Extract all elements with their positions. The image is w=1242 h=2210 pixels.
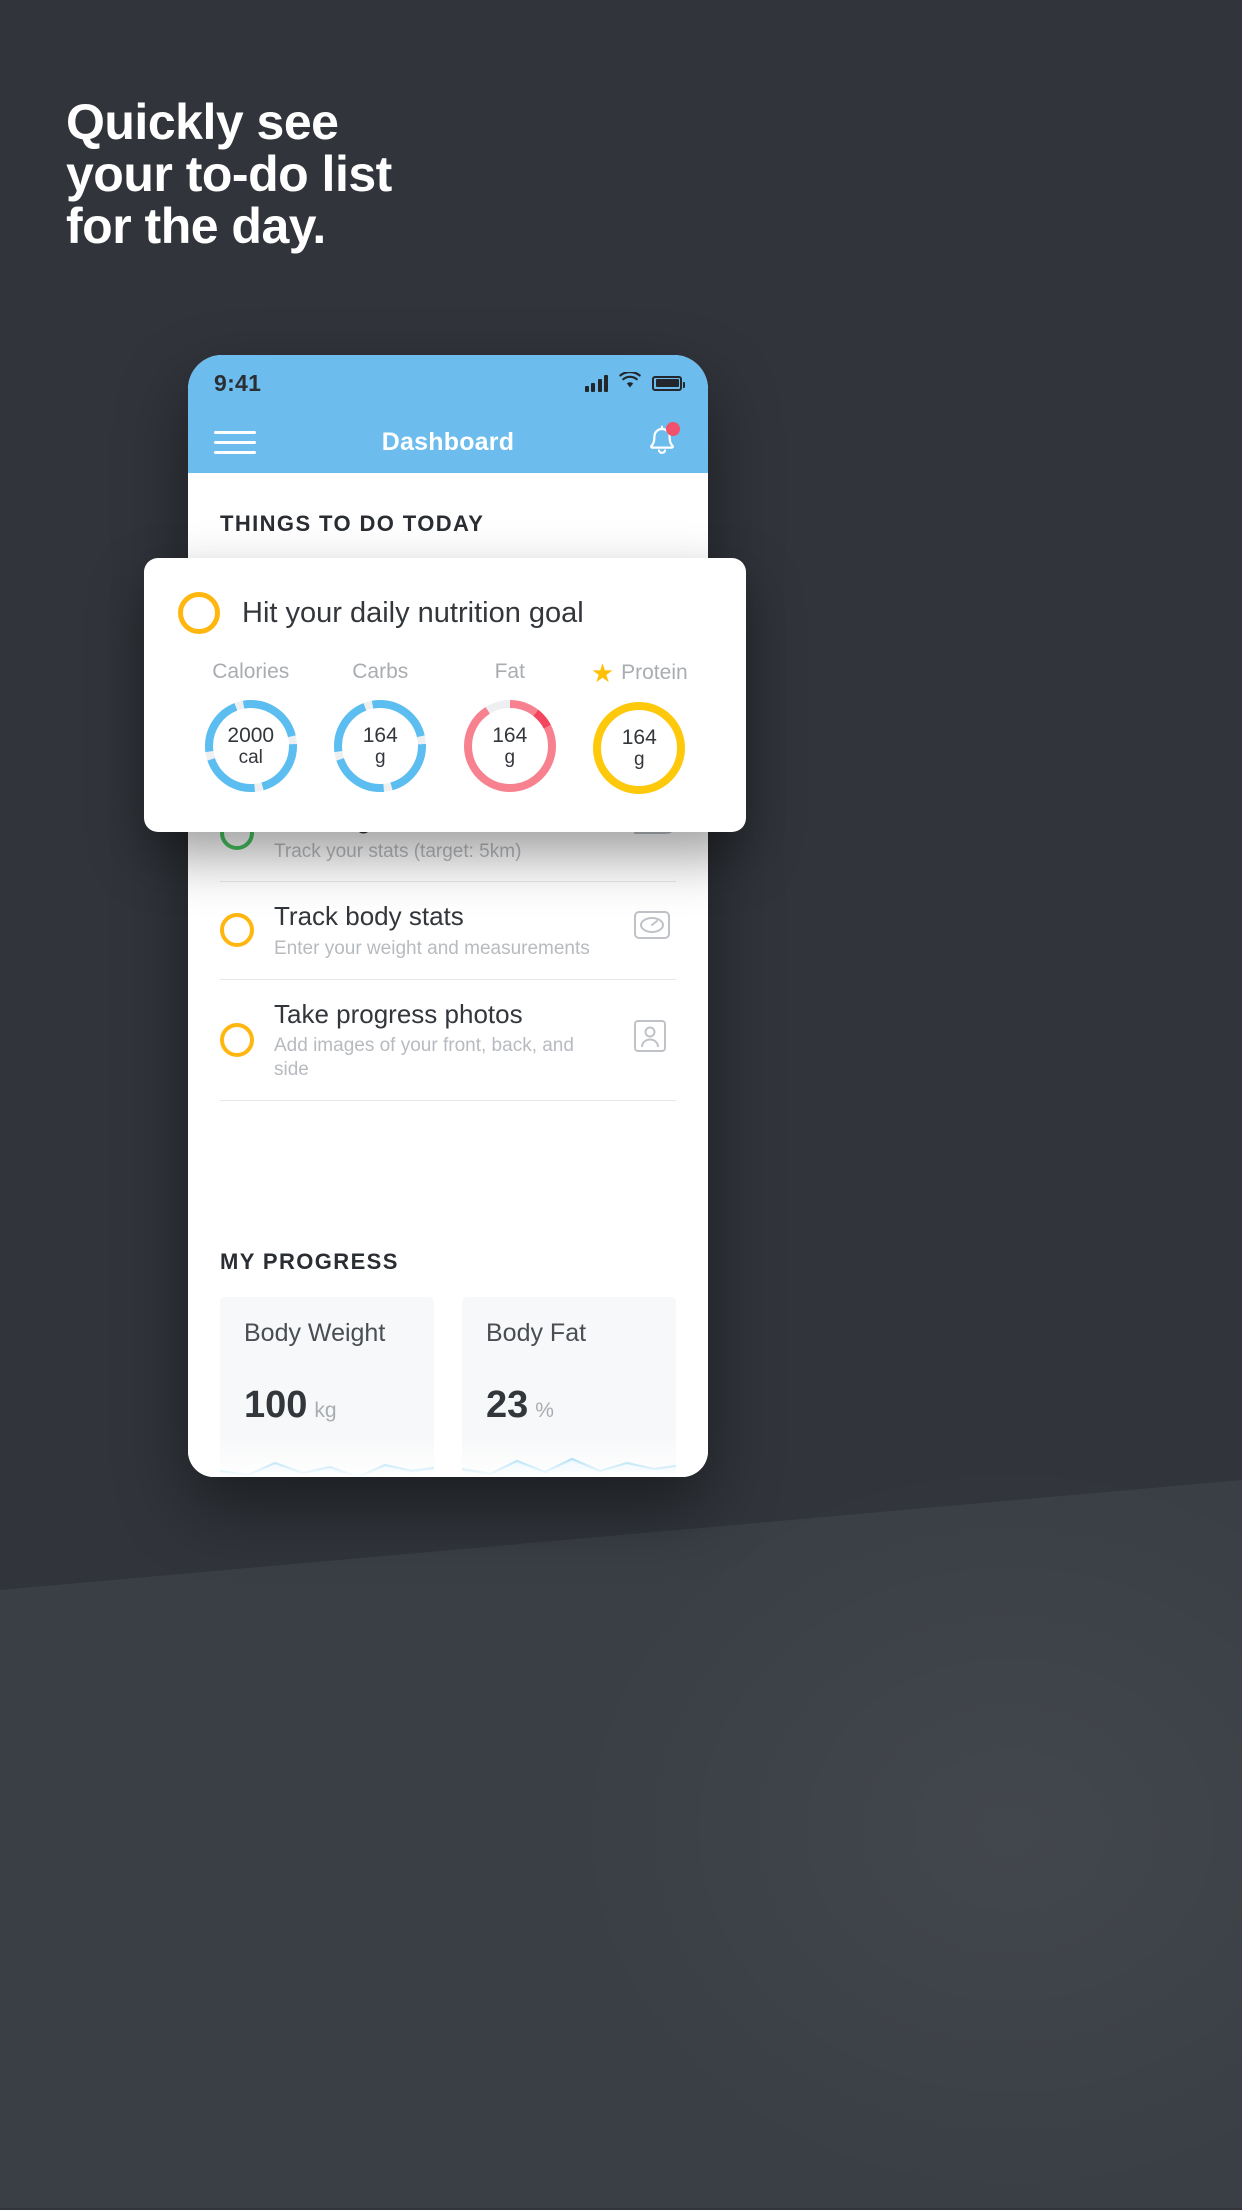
donut-chart-calories: 2000 cal	[201, 696, 301, 796]
hamburger-menu-icon[interactable]	[214, 430, 256, 454]
checkbox-ring-icon[interactable]	[220, 913, 254, 948]
macro-label: Calories	[212, 660, 290, 683]
star-icon: ★	[590, 658, 615, 688]
macro-label: Fat	[494, 660, 525, 683]
list-item-subtitle: Track your stats (target: 5km)	[274, 840, 522, 862]
scale-icon	[632, 908, 676, 952]
macro-value: 164	[492, 723, 528, 747]
list-item-text: Track body stats Enter your weight and m…	[274, 900, 612, 960]
donut-value-group: 164 g	[330, 696, 430, 796]
page-title: Dashboard	[381, 427, 515, 456]
todo-section-title: THINGS TO DO TODAY	[220, 511, 485, 536]
macro-protein[interactable]: ★ Protein 164 g	[575, 660, 705, 798]
macro-donuts: Calories 2000 cal Carbs 164 g Fat 164 g …	[178, 660, 712, 798]
list-item[interactable]: Take progress photos Add images of your …	[220, 980, 676, 1101]
donut-value-group: 2000 cal	[201, 696, 301, 796]
nutrition-goal-card[interactable]: Hit your daily nutrition goal Calories 2…	[144, 558, 746, 832]
macro-label-group: Carbs	[316, 660, 446, 684]
app-bar: Dashboard	[188, 411, 708, 473]
macro-label-group: Calories	[186, 660, 316, 684]
status-bar-icons	[584, 370, 685, 394]
macro-value: 164	[621, 725, 657, 749]
list-item-title: Take progress photos	[274, 998, 523, 1029]
bell-icon[interactable]	[642, 422, 682, 462]
checkbox-ring-icon[interactable]	[178, 592, 220, 634]
list-item-title: Track body stats	[274, 901, 464, 932]
status-bar: 9:41	[188, 355, 708, 411]
progress-card-title: Body Fat	[486, 1318, 587, 1347]
macro-unit: g	[374, 747, 386, 769]
progress-card-value: 100	[244, 1383, 308, 1426]
macro-calories[interactable]: Calories 2000 cal	[186, 660, 316, 798]
macro-carbs[interactable]: Carbs 164 g	[316, 660, 446, 798]
list-item-subtitle: Add images of your front, back, and side	[274, 1035, 574, 1080]
status-bar-time: 9:41	[214, 369, 262, 396]
donut-chart-fat: 164 g	[460, 696, 560, 796]
photo-person-icon	[632, 1018, 676, 1062]
progress-card-title: Body Weight	[244, 1318, 386, 1347]
donut-value-group: 164 g	[460, 696, 560, 796]
macro-value: 2000	[227, 723, 275, 747]
battery-icon	[652, 375, 685, 391]
nutrition-card-header: Hit your daily nutrition goal	[178, 592, 712, 634]
nutrition-card-title: Hit your daily nutrition goal	[242, 596, 584, 629]
macro-unit: cal	[238, 747, 263, 769]
progress-card-value-group: 23%	[486, 1384, 554, 1427]
signal-bars-icon	[584, 374, 608, 392]
macro-label-group: Fat	[445, 660, 575, 684]
headline-line-1: Quickly see	[66, 94, 339, 150]
macro-value: 164	[362, 723, 398, 747]
headline-line-3: for the day.	[66, 198, 326, 254]
list-item[interactable]: Track body stats Enter your weight and m…	[220, 882, 676, 980]
list-item-subtitle: Enter your weight and measurements	[274, 937, 590, 959]
progress-section-title: MY PROGRESS	[220, 1248, 399, 1274]
progress-card-value-group: 100 kg	[244, 1384, 337, 1427]
macro-label: Carbs	[352, 660, 409, 683]
macro-unit: g	[504, 747, 516, 769]
macro-label-group: ★ Protein	[575, 660, 705, 686]
phone-mockup: 9:41 Dashboard THINGS TO DO TODAY Track …	[188, 355, 708, 1477]
macro-unit: g	[633, 749, 645, 771]
macro-fat[interactable]: Fat 164 g	[445, 660, 575, 798]
donut-chart-carbs: 164 g	[330, 696, 430, 796]
donut-value-group: 164 g	[589, 698, 689, 798]
screen-bottom-fade	[188, 1437, 708, 1477]
page-headline: Quickly see your to-do list for the day.	[66, 96, 766, 252]
headline-line-2: your to-do list	[66, 146, 392, 202]
list-item-text: Take progress photos Add images of your …	[274, 998, 612, 1082]
checkbox-ring-icon[interactable]	[220, 1022, 254, 1057]
wifi-icon	[619, 370, 641, 394]
macro-label: Protein	[621, 661, 688, 684]
progress-card-unit: %	[535, 1398, 554, 1422]
donut-chart-protein: 164 g	[589, 698, 689, 798]
notification-badge	[666, 422, 680, 436]
progress-card-unit: kg	[314, 1398, 337, 1422]
progress-card-value: 23	[486, 1383, 529, 1426]
